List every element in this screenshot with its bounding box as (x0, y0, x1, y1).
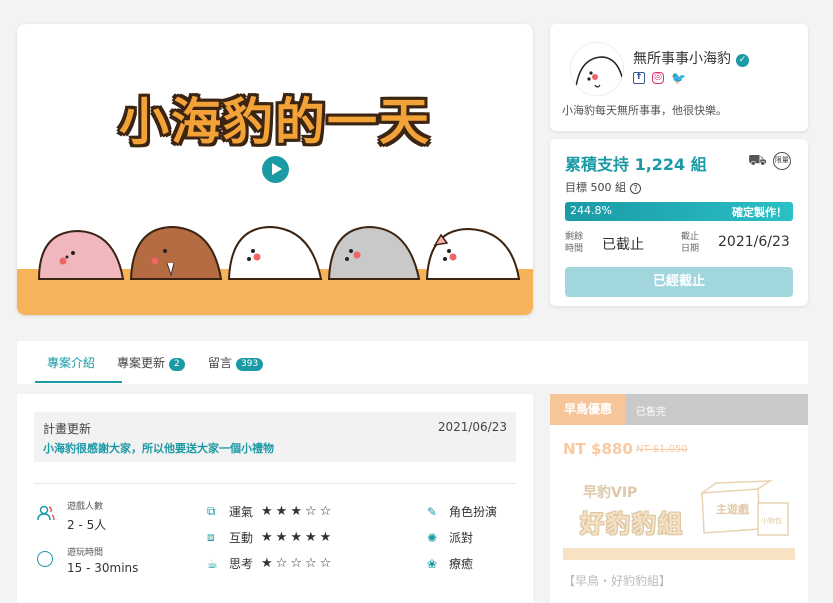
funding-badges: ⛟ 限量 (748, 151, 791, 171)
creator-description: 小海豹每天無所事事，他很快樂。 (562, 104, 727, 117)
reward-title-art: 好豹豹組 (580, 510, 684, 538)
play-icon[interactable] (262, 156, 289, 183)
party-icon: ✺ (427, 530, 438, 545)
rating-interaction: ⧈ 互動 ★★★★★ (207, 529, 334, 546)
verified-icon: ✓ (736, 54, 749, 67)
reward-name: 【早鳥・好豹豹組】 (563, 574, 672, 588)
creator-card: 無所事事小海豹 ✓ f ◎ 🐦 小海豹每天無所事事，他很快樂。 (550, 24, 808, 131)
update-banner[interactable]: 計畫更新 2021/06/23 小海豹很感謝大家，所以他要送大家一個小禮物 (34, 412, 516, 462)
seal-cat (425, 227, 521, 280)
rating-interaction-stars: ★★★★★ (261, 530, 335, 545)
luck-icon: ⧉ (207, 504, 216, 518)
progress-percent: 244.8% (570, 204, 612, 217)
early-bird-badge: 早鳥優惠 (550, 394, 626, 425)
roleplay-icon: ✎ (427, 504, 438, 519)
social-links: f ◎ 🐦 (633, 72, 686, 84)
playtime-value: 15 - 30mins (67, 561, 139, 575)
goal-label: 目標 500 組 (565, 181, 626, 194)
goal-text: 目標 500 組? (565, 179, 641, 195)
tag-roleplay[interactable]: ✎ 角色扮演 (427, 503, 497, 520)
box-label-main: 主遊戲 (716, 502, 750, 516)
box-label-small: 小物包 (761, 516, 782, 525)
rating-luck: ⧉ 運氣 ★★★☆☆ (207, 503, 334, 520)
tag-roleplay-label[interactable]: 角色扮演 (449, 503, 497, 520)
instagram-icon[interactable]: ◎ (652, 72, 664, 84)
comments-count-badge: 393 (236, 358, 264, 371)
interaction-icon: ⧈ (207, 530, 215, 544)
help-icon[interactable]: ? (630, 183, 641, 194)
reward-card[interactable]: 早鳥優惠 已售完 NT $880 NT $1,050 早豹VIP 好豹豹組 主遊… (550, 394, 808, 603)
players-icon (37, 505, 55, 521)
seal-brown (129, 225, 223, 280)
update-label: 計畫更新 (43, 422, 92, 436)
project-cover-video[interactable]: 小海豹的一天 (17, 24, 533, 315)
twitter-icon[interactable]: 🐦 (671, 72, 686, 84)
tag-party[interactable]: ✺ 派對 (427, 529, 473, 546)
sold-out-label: 已售完 (636, 407, 666, 418)
tag-party-label[interactable]: 派對 (449, 529, 473, 546)
seal-white-1 (227, 225, 323, 280)
rating-interaction-label: 互動 (229, 531, 254, 545)
reward-header: 早鳥優惠 已售完 (550, 394, 808, 425)
cover-title: 小海豹的一天 (119, 93, 431, 151)
reward-vip-text: 早豹VIP (583, 485, 638, 501)
clock-icon (37, 551, 53, 567)
update-text[interactable]: 小海豹很感謝大家，所以他要送大家一個小禮物 (43, 440, 274, 456)
project-tabs: 專案介紹 專案更新 2 留言 393 (17, 341, 808, 384)
tab-updates[interactable]: 專案更新 2 (117, 354, 185, 371)
gift-box-icon: 主遊戲 小物包 (701, 480, 789, 536)
players-value: 2 - 5人 (67, 518, 107, 532)
remaining-value: 已截止 (602, 237, 644, 253)
raised-amount: 累積支持 1,224 組 (565, 155, 707, 174)
reward-price: NT $880 (563, 440, 633, 458)
closed-button[interactable]: 已經截止 (565, 267, 793, 297)
tag-healing[interactable]: ❀ 療癒 (427, 555, 473, 572)
shipping-icon: ⛟ (748, 151, 767, 169)
creator-avatar[interactable] (570, 42, 624, 96)
players-label: 遊戲人數 (67, 502, 104, 512)
tab-updates-label[interactable]: 專案更新 (117, 356, 165, 370)
project-content: 計畫更新 2021/06/23 小海豹很感謝大家，所以他要送大家一個小禮物 遊戲… (17, 394, 533, 603)
seal-grey (327, 225, 421, 280)
rating-thinking-label: 思考 (229, 557, 254, 571)
progress-bar: 244.8% 確定製作！ (565, 202, 793, 221)
playtime-label: 遊玩時間 (67, 548, 104, 558)
tag-healing-label[interactable]: 療癒 (449, 555, 473, 572)
rating-thinking: ☕ 思考 ★☆☆☆☆ (207, 555, 334, 572)
thinking-icon: ☕ (207, 556, 218, 571)
reward-original-price: NT $1,050 (636, 444, 688, 455)
section-divider (34, 483, 516, 484)
facebook-icon[interactable]: f (633, 72, 645, 84)
end-date-value: 2021/6/23 (718, 234, 790, 250)
tab-comments[interactable]: 留言 393 (208, 354, 264, 371)
rating-thinking-stars: ★☆☆☆☆ (261, 556, 335, 571)
seal-pink (37, 229, 125, 280)
tab-intro-label[interactable]: 專案介紹 (47, 356, 95, 370)
healing-icon: ❀ (427, 556, 438, 571)
tab-intro[interactable]: 專案介紹 (47, 354, 95, 371)
seal-illustration (37, 225, 521, 280)
creator-name-text[interactable]: 無所事事小海豹 (633, 51, 731, 67)
active-tab-underline (35, 381, 122, 383)
end-date-label: 截止日期 (681, 232, 700, 254)
limited-badge: 限量 (772, 152, 791, 170)
reward-banner-strip (563, 548, 795, 560)
remaining-label: 剩餘時間 (565, 232, 584, 254)
success-label: 確定製作！ (732, 206, 787, 219)
tab-comments-label[interactable]: 留言 (208, 356, 232, 370)
updates-count-badge: 2 (169, 358, 185, 371)
rating-luck-label: 運氣 (229, 505, 254, 519)
funding-card: 累積支持 1,224 組 ⛟ 限量 目標 500 組? 244.8% 確定製作！… (550, 139, 808, 306)
seal-avatar-icon (574, 56, 623, 95)
update-date: 2021/06/23 (437, 420, 507, 434)
rating-luck-stars: ★★★☆☆ (261, 504, 335, 519)
creator-name[interactable]: 無所事事小海豹 ✓ (633, 48, 749, 68)
